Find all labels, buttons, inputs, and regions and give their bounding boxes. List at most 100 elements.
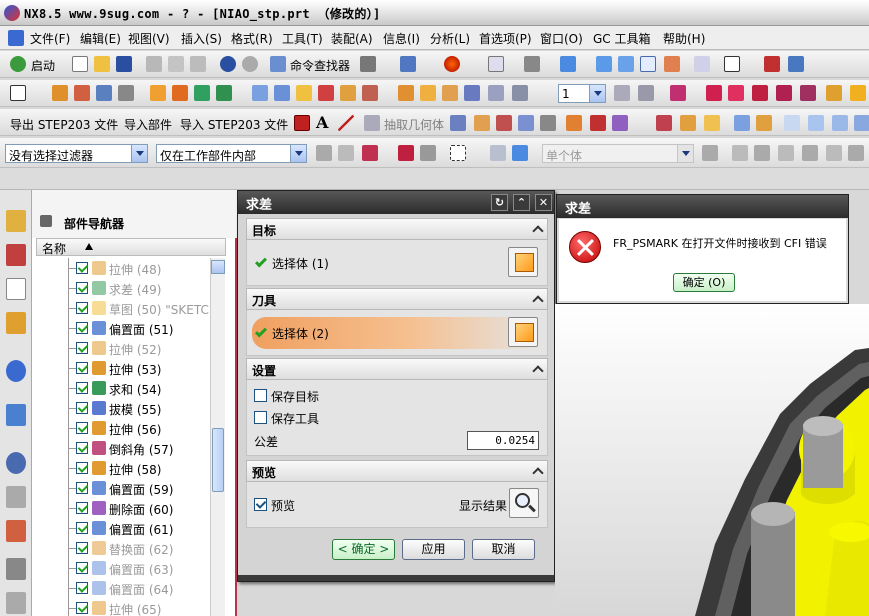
mid-point-icon[interactable] [728, 85, 744, 101]
chamfer-tool-icon[interactable] [318, 85, 334, 101]
cancel-button[interactable]: 取消 [472, 539, 535, 560]
feature-visible-checkbox[interactable] [76, 562, 88, 574]
ok-button[interactable]: < 确定 > [332, 539, 395, 560]
feature-row[interactable]: 倒斜角 (57) [32, 438, 208, 458]
iso-view-icon[interactable] [596, 56, 612, 72]
intersect-curve-icon[interactable] [826, 145, 842, 161]
selection-icon[interactable] [360, 56, 376, 72]
copy-icon[interactable] [168, 56, 184, 72]
reuse-library-icon[interactable] [6, 312, 26, 334]
control-point-icon[interactable] [752, 85, 768, 101]
navigator-scrollbar[interactable] [210, 258, 225, 616]
feature-row[interactable]: 拉伸 (65) [32, 598, 208, 616]
surface-icon[interactable] [784, 115, 800, 131]
feature-row[interactable]: 草图 (50) "SKETCH [32, 298, 210, 318]
draft-tool-icon[interactable] [362, 85, 378, 101]
tool-section-header[interactable]: 刀具 [246, 288, 548, 310]
snap-grid-icon[interactable] [732, 145, 748, 161]
boss-tool-icon[interactable] [118, 85, 134, 101]
type-filter-dropdown-arrow[interactable] [131, 145, 147, 162]
feature-visible-checkbox[interactable] [76, 422, 88, 434]
shaded-cube-icon[interactable] [560, 56, 576, 72]
menu-item-7[interactable]: 信息(I) [383, 30, 420, 47]
menu-item-5[interactable]: 工具(T) [282, 30, 323, 47]
intersect-tool-icon[interactable] [442, 85, 458, 101]
tool-select-body-icon[interactable] [508, 317, 538, 347]
collapse-icon[interactable]: ⌃ [513, 194, 530, 211]
filter-settings-icon[interactable] [316, 145, 332, 161]
color-palette-icon[interactable] [444, 56, 460, 72]
feature-visible-checkbox[interactable] [76, 382, 88, 394]
open-folder-icon[interactable] [94, 56, 110, 72]
text-tool-icon[interactable]: A [316, 113, 328, 132]
menu-item-4[interactable]: 格式(R) [231, 30, 273, 47]
menu-item-10[interactable]: 窗口(O) [540, 30, 583, 47]
general-selection-icon[interactable] [362, 145, 378, 161]
block-tool-icon[interactable] [252, 85, 268, 101]
sew-icon[interactable] [512, 85, 528, 101]
snap-mode-icon[interactable] [398, 145, 414, 161]
solid-body-icon[interactable] [512, 145, 528, 161]
move-face-icon[interactable] [612, 115, 628, 131]
settings-section-header[interactable]: 设置 [246, 358, 548, 380]
menu-item-11[interactable]: GC 工具箱 [593, 30, 651, 47]
feature-row[interactable]: 拉伸 (56) [32, 418, 208, 438]
name-column-header[interactable]: 名称 [36, 238, 226, 256]
sheet-icon[interactable] [808, 115, 824, 131]
menu-item-1[interactable]: 编辑(E) [80, 30, 121, 47]
redo-icon[interactable] [242, 56, 258, 72]
cylinder-tool-icon[interactable] [274, 85, 290, 101]
scroll-up-arrow[interactable] [211, 260, 225, 274]
snap-point-grid-icon[interactable] [754, 145, 770, 161]
curve-rule-icon[interactable] [778, 145, 794, 161]
history-icon[interactable] [6, 404, 26, 426]
part-navigator-icon[interactable] [6, 278, 26, 300]
subtract-tool-icon[interactable] [420, 85, 436, 101]
reset-filter-icon[interactable] [338, 145, 354, 161]
resize-blend-icon[interactable] [680, 115, 696, 131]
linked-face-icon[interactable] [704, 115, 720, 131]
wireframe-cube-icon[interactable] [640, 56, 656, 72]
layer-settings-icon[interactable] [614, 85, 630, 101]
csys-tool-icon[interactable] [216, 85, 232, 101]
collapse-target-icon[interactable] [532, 225, 544, 237]
line-tool-icon[interactable] [338, 115, 354, 131]
wave-link-icon[interactable] [496, 115, 512, 131]
web-browser-icon[interactable] [6, 360, 26, 382]
reset-icon[interactable]: ↻ [491, 194, 508, 211]
feature-row[interactable]: 偏置面 (59) [32, 478, 208, 498]
datum-plane-icon[interactable] [150, 85, 166, 101]
feature-visible-checkbox[interactable] [76, 542, 88, 554]
menu-item-9[interactable]: 首选项(P) [479, 30, 532, 47]
stop-icon[interactable] [294, 115, 310, 131]
single-body-dropdown-arrow[interactable] [677, 145, 693, 162]
collapse-tool-icon[interactable] [532, 295, 544, 307]
menu-item-0[interactable]: 文件(F) [30, 30, 70, 47]
view-grid-icon[interactable] [488, 56, 504, 72]
feature-row[interactable]: 替换面 (62) [32, 538, 208, 558]
feature-visible-checkbox[interactable] [76, 282, 88, 294]
snap-point-icon[interactable] [670, 85, 686, 101]
system-materials-icon[interactable] [6, 486, 26, 508]
background-icon[interactable] [694, 56, 710, 72]
feature-row[interactable]: 偏置面 (63) [32, 558, 208, 578]
curve-sheet-icon[interactable] [832, 115, 848, 131]
layer-dropdown-arrow[interactable] [589, 85, 605, 102]
deselect-icon[interactable] [420, 145, 436, 161]
feature-visible-checkbox[interactable] [76, 522, 88, 534]
feature-row[interactable]: 拔模 (55) [32, 398, 208, 418]
move-layer-icon[interactable] [638, 85, 654, 101]
body-select-icon[interactable] [490, 145, 506, 161]
rectangle-select-icon[interactable] [450, 145, 466, 161]
border-style-icon[interactable] [724, 56, 740, 72]
menu-item-12[interactable]: 帮助(H) [663, 30, 705, 47]
feature-visible-checkbox[interactable] [76, 322, 88, 334]
menu-item-6[interactable]: 装配(A) [331, 30, 373, 47]
front-view-icon[interactable] [618, 56, 634, 72]
start-button[interactable]: 启动 [31, 57, 55, 74]
command-finder-button[interactable]: 命令查找器 [290, 57, 350, 74]
intersection-point-icon[interactable] [776, 85, 792, 101]
undo-icon[interactable] [220, 56, 236, 72]
feature-visible-checkbox[interactable] [76, 302, 88, 314]
save-icon[interactable] [116, 56, 132, 72]
